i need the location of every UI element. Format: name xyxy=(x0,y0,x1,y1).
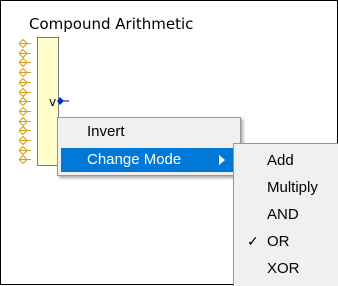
input-port-icon[interactable] xyxy=(19,136,31,145)
mode-xor-label: XOR xyxy=(267,260,300,277)
change-mode-submenu: Add Multiply AND ✓ OR XOR xyxy=(233,143,338,286)
checkmark-icon: ✓ xyxy=(247,233,259,249)
canvas-frame: Compound Arithmetic v Invert Change Mode… xyxy=(0,0,338,286)
input-port-icon[interactable] xyxy=(19,126,31,136)
block-title: Compound Arithmetic xyxy=(29,15,194,33)
mode-and-label: AND xyxy=(267,206,299,223)
input-port-icon[interactable] xyxy=(19,77,31,87)
output-port-icon[interactable] xyxy=(57,96,69,106)
input-port-icon[interactable] xyxy=(19,116,31,126)
menu-item-invert-label: Invert xyxy=(87,123,125,140)
output-label: v xyxy=(49,95,57,109)
menu-item-change-mode-label: Change Mode xyxy=(87,151,182,168)
mode-or-label: OR xyxy=(267,233,290,250)
input-port-icon[interactable] xyxy=(19,39,31,48)
mode-add[interactable]: Add xyxy=(237,147,336,174)
menu-item-invert[interactable]: Invert xyxy=(61,120,237,144)
input-port-icon[interactable] xyxy=(19,155,31,165)
input-port-icon[interactable] xyxy=(19,97,31,107)
mode-xor[interactable]: XOR xyxy=(237,255,336,282)
input-port-icon[interactable] xyxy=(19,145,31,155)
mode-multiply-label: Multiply xyxy=(267,179,318,196)
mode-multiply[interactable]: Multiply xyxy=(237,174,336,201)
mode-and[interactable]: AND xyxy=(237,201,336,228)
input-port-icon[interactable] xyxy=(19,87,31,97)
input-port-icon[interactable] xyxy=(19,48,31,58)
input-port-icon[interactable] xyxy=(19,58,31,68)
input-port-icon[interactable] xyxy=(19,106,31,116)
context-menu: Invert Change Mode xyxy=(57,117,241,176)
mode-or[interactable]: ✓ OR xyxy=(237,228,336,255)
input-port-icon[interactable] xyxy=(19,68,31,78)
mode-add-label: Add xyxy=(267,152,294,169)
menu-item-change-mode[interactable]: Change Mode xyxy=(61,148,237,172)
submenu-arrow-icon xyxy=(219,155,225,165)
